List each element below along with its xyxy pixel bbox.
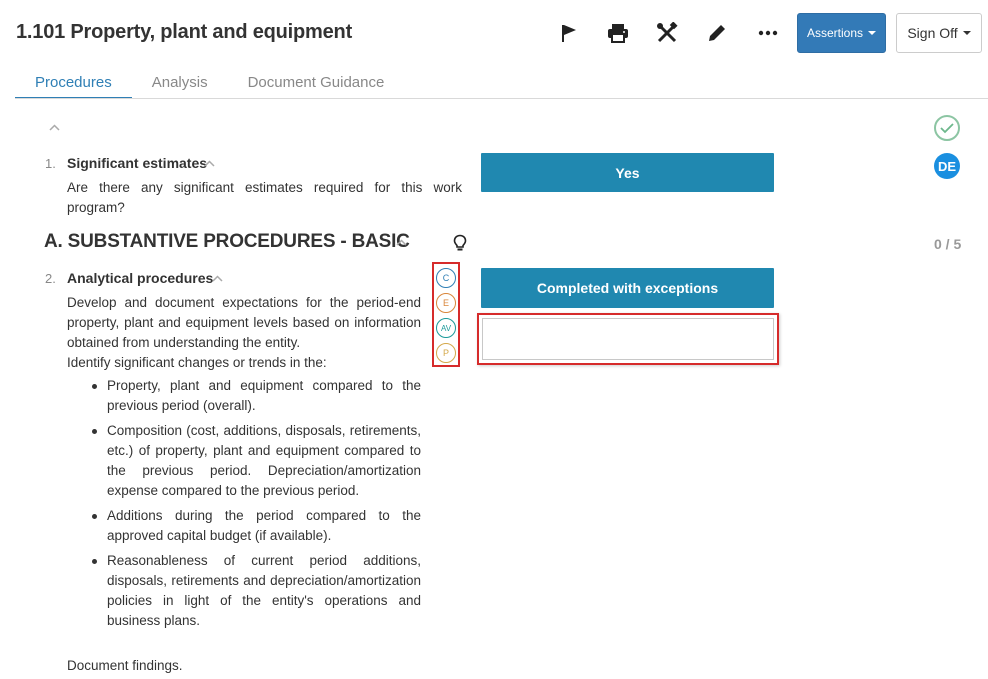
collapse-all-chevron-up-icon[interactable] xyxy=(49,124,60,134)
page-title: 1.101 Property, plant and equipment xyxy=(16,21,353,43)
list-item: Additions during the period compared to … xyxy=(67,506,421,546)
chevron-up-icon[interactable] xyxy=(212,275,223,285)
assertions-highlight: C E AV P xyxy=(432,262,460,367)
answer-yes-button[interactable]: Yes xyxy=(481,153,774,192)
item-description: Develop and document expectations for th… xyxy=(67,295,421,350)
print-icon[interactable] xyxy=(605,20,631,46)
findings-highlight xyxy=(477,313,779,365)
tab-bar: Procedures Analysis Document Guidance xyxy=(15,66,404,99)
item-number: 1. xyxy=(45,156,56,171)
findings-input[interactable] xyxy=(482,318,774,360)
sign-off-button-label: Sign Off xyxy=(907,25,958,41)
section-chevron-up-icon[interactable] xyxy=(396,239,407,249)
assertion-badge-av[interactable]: AV xyxy=(436,318,456,338)
assertion-badge-e[interactable]: E xyxy=(436,293,456,313)
tab-procedures[interactable]: Procedures xyxy=(15,66,132,99)
caret-down-icon xyxy=(962,31,971,35)
sign-off-dropdown-button[interactable]: Sign Off xyxy=(896,13,982,53)
caret-down-icon xyxy=(868,31,877,35)
assertion-badge-p[interactable]: P xyxy=(436,343,456,363)
answer-completed-with-exceptions-button[interactable]: Completed with exceptions xyxy=(481,268,774,308)
tools-icon[interactable] xyxy=(654,20,680,46)
assertions-dropdown-button[interactable]: Assertions xyxy=(797,13,886,53)
item-question: Are there any significant estimates requ… xyxy=(67,180,462,215)
item-closing: Document findings. xyxy=(67,658,183,673)
tab-document-guidance[interactable]: Document Guidance xyxy=(228,66,405,99)
list-item: Composition (cost, additions, disposals,… xyxy=(67,421,421,501)
flag-icon[interactable] xyxy=(556,20,582,46)
section-heading: A. SUBSTANTIVE PROCEDURES - BASIC xyxy=(44,231,410,252)
section-progress: 0 / 5 xyxy=(934,236,962,252)
item-number: 2. xyxy=(45,271,56,286)
list-item: Property, plant and equipment compared t… xyxy=(67,376,421,416)
assertion-badge-c[interactable]: C xyxy=(436,268,456,288)
signoff-avatar[interactable]: DE xyxy=(934,153,960,179)
item-title-significant-estimates: Significant estimates xyxy=(67,155,208,171)
check-circle-icon xyxy=(934,115,960,141)
list-item: Reasonableness of current period additio… xyxy=(67,551,421,631)
item-title-analytical-procedures: Analytical procedures xyxy=(67,270,214,286)
tabs-divider xyxy=(15,98,988,99)
more-options-icon[interactable] xyxy=(755,20,781,46)
assertions-button-label: Assertions xyxy=(806,26,864,40)
bullet-list: Property, plant and equipment compared t… xyxy=(67,376,421,636)
chevron-up-icon[interactable] xyxy=(204,160,215,170)
tab-analysis[interactable]: Analysis xyxy=(132,66,228,99)
item-intro: Identify significant changes or trends i… xyxy=(67,355,327,370)
edit-pencil-icon[interactable] xyxy=(704,20,730,46)
lightbulb-icon[interactable] xyxy=(452,234,468,252)
